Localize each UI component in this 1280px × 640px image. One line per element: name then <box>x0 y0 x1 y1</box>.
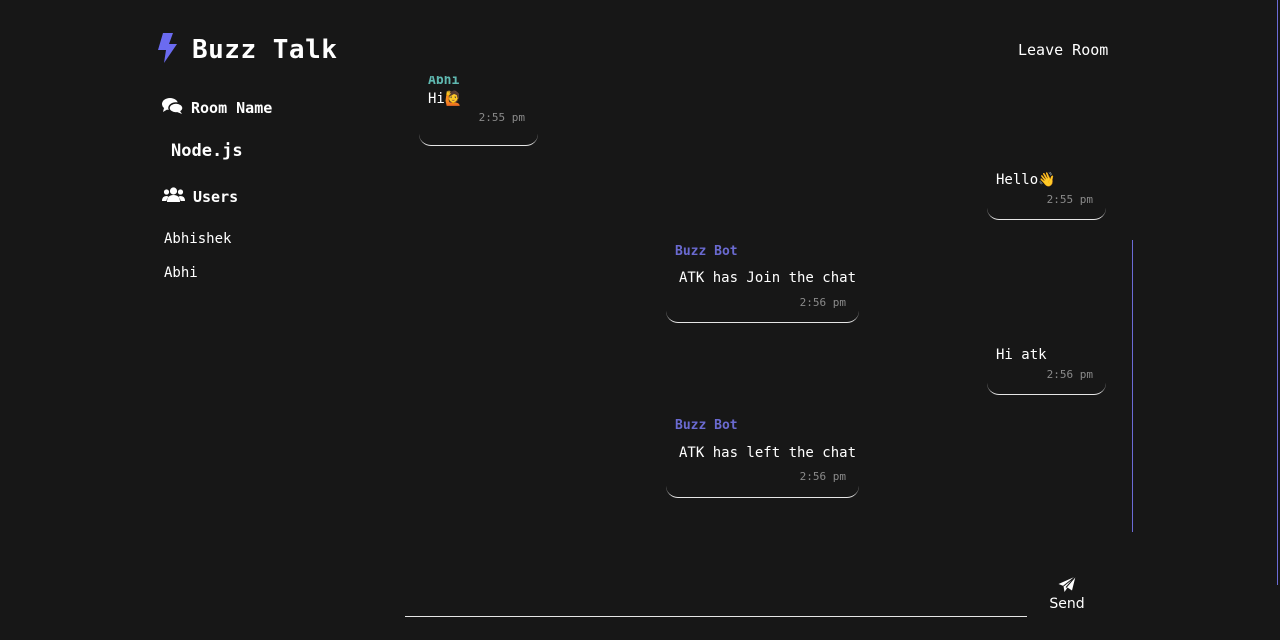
send-button[interactable]: Send <box>1045 575 1089 615</box>
message-bubble: Buzz Bot ATK has Join the chat 2:56 pm <box>666 240 859 323</box>
message-bubble: Hi atk 2:56 pm <box>987 339 1106 395</box>
chat-scrollbar[interactable] <box>1132 240 1133 532</box>
message-time: 2:55 pm <box>478 111 525 124</box>
room-name: Node.js <box>171 141 243 161</box>
message-sender: Buzz Bot <box>675 418 738 433</box>
users-heading-label: Users <box>193 188 239 206</box>
room-name-heading: Room Name <box>162 97 272 119</box>
message-bubble: Buzz Bot ATK has left the chat 2:56 pm <box>666 415 859 498</box>
users-icon <box>162 187 185 207</box>
window-edge-line <box>1277 0 1278 585</box>
message-time: 2:56 pm <box>1046 368 1093 381</box>
comments-icon <box>162 97 184 119</box>
user-item: Abhi <box>164 265 198 281</box>
message-text: Hi🙋 <box>428 91 463 107</box>
message-bubble: Hello👋 2:55 pm <box>987 164 1106 220</box>
message-bubble: Abhi Hi🙋 2:55 pm <box>419 76 538 146</box>
message-sender: Buzz Bot <box>675 244 738 259</box>
message-time: 2:56 pm <box>799 470 846 483</box>
bolt-icon <box>156 33 178 63</box>
message-input[interactable] <box>405 590 1027 617</box>
message-text: Hi atk <box>996 347 1047 363</box>
message-text: ATK has Join the chat <box>679 270 857 286</box>
app-title: Buzz Talk <box>192 35 338 65</box>
leave-room-button[interactable]: Leave Room <box>1018 40 1108 60</box>
chat-messages[interactable]: Abhi Hi🙋 2:55 pm Hello👋 2:55 pm Buzz Bot… <box>405 76 1145 546</box>
message-sender: Abhi <box>428 76 460 88</box>
message-time: 2:56 pm <box>799 296 846 309</box>
users-heading: Users <box>162 187 238 207</box>
room-heading-label: Room Name <box>191 99 273 117</box>
paper-plane-icon <box>1058 576 1076 592</box>
message-text: ATK has left the chat <box>679 445 857 461</box>
send-label: Send <box>1049 596 1085 612</box>
message-time: 2:55 pm <box>1046 193 1093 206</box>
user-item: Abhishek <box>164 231 232 247</box>
message-text: Hello👋 <box>996 172 1056 188</box>
